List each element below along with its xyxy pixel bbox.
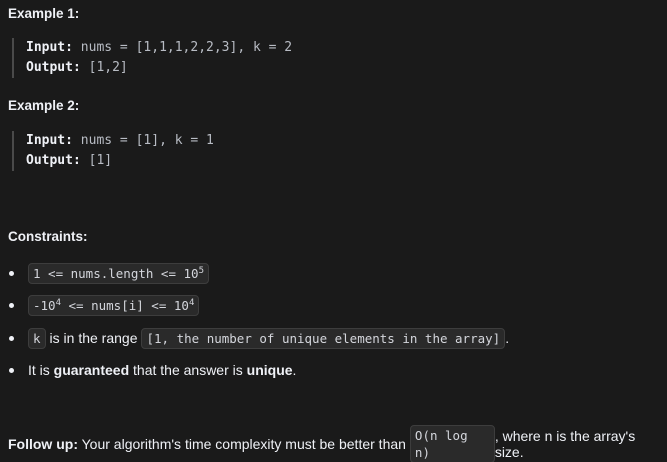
output-label: Output: (26, 60, 81, 75)
input-label: Input: (26, 40, 73, 55)
example-1-block: Input: nums = [1,1,1,2,2,3], k = 2 Outpu… (12, 38, 292, 78)
constraint-item: It is guaranteed that the answer is uniq… (7, 359, 296, 381)
example-2-output-line: Output: [1] (26, 151, 214, 171)
constraint-item: k is in the range [1, the number of uniq… (7, 327, 509, 349)
input-value: nums = [1], k = 1 (80, 133, 214, 148)
follow-up: Follow up: Your algorithm's time complex… (8, 425, 667, 462)
follow-up-label: Follow up: (8, 436, 78, 452)
bullet-dot (9, 302, 14, 308)
bullet-dot (9, 270, 14, 276)
follow-up-text: Follow up: Your algorithm's time complex… (8, 436, 406, 452)
constraint-code: 1 <= nums.length <= 105 (28, 262, 209, 284)
constraint-period: . (505, 330, 510, 346)
example-2-block: Input: nums = [1], k = 1 Output: [1] (12, 131, 214, 171)
constraints-heading: Constraints: (8, 229, 88, 244)
constraint-text: is in the range (49, 330, 138, 346)
follow-up-code: O(n log n) (409, 425, 495, 462)
constraint-item: -104 <= nums[i] <= 104 (7, 294, 200, 316)
constraint-item: 1 <= nums.length <= 105 (7, 262, 209, 284)
follow-up-post: , where n is the array's size. (494, 428, 636, 460)
example-1-input-line: Input: nums = [1,1,1,2,2,3], k = 2 (26, 38, 292, 58)
output-label: Output: (26, 153, 81, 168)
constraint-text: It is guaranteed that the answer is uniq… (28, 362, 297, 378)
example-2-heading: Example 2: (8, 98, 80, 113)
constraint-code: -104 <= nums[i] <= 104 (28, 294, 200, 316)
example-1-output-line: Output: [1,2] (26, 58, 292, 78)
constraint-code-range: [1, the number of unique elements in the… (141, 327, 506, 349)
input-value: nums = [1,1,1,2,2,3], k = 2 (80, 40, 293, 55)
output-value: [1] (88, 153, 113, 168)
constraint-code-k: k (28, 327, 46, 349)
bullet-dot (9, 335, 14, 341)
example-2-input-line: Input: nums = [1], k = 1 (26, 131, 214, 151)
input-label: Input: (26, 133, 73, 148)
example-1-heading: Example 1: (8, 6, 80, 21)
bullet-dot (9, 367, 14, 373)
output-value: [1,2] (88, 60, 128, 75)
